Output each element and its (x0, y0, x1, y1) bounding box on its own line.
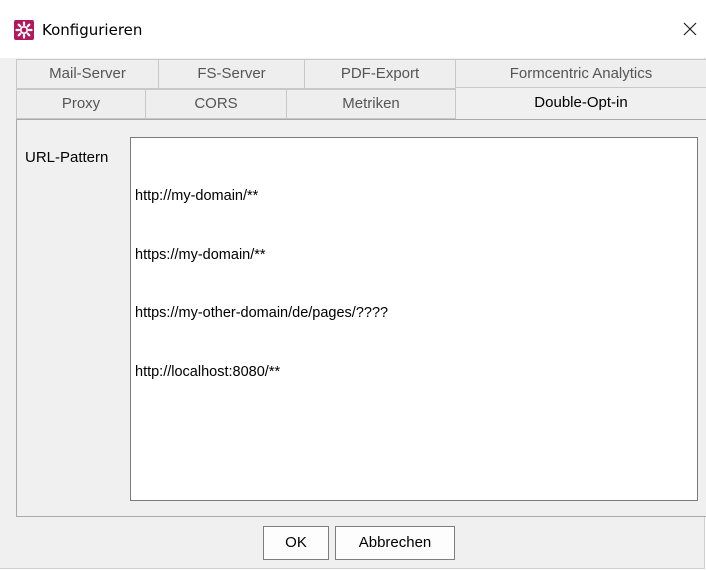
dialog-window: Konfigurieren Mail-Server FS-Server PDF-… (0, 0, 706, 569)
url-pattern-line: https://my-domain/** (135, 246, 266, 263)
tab-proxy[interactable]: Proxy (16, 89, 146, 119)
close-button[interactable] (677, 12, 705, 48)
tab-cors[interactable]: CORS (145, 89, 287, 119)
close-icon (683, 22, 697, 36)
url-pattern-line: http://localhost:8080/** (135, 363, 281, 380)
tab-metriken[interactable]: Metriken (286, 89, 456, 119)
tab-pdf-export[interactable]: PDF-Export (304, 59, 456, 89)
tab-mail-server[interactable]: Mail-Server (16, 59, 159, 89)
tab-bar: Mail-Server FS-Server PDF-Export Formcen… (16, 59, 706, 120)
url-pattern-line: https://my-other-domain/de/pages/???? (135, 305, 389, 321)
url-pattern-line: http://my-domain/** (135, 188, 259, 204)
url-pattern-textarea[interactable]: http://my-domain/** https://my-domain/**… (130, 137, 698, 501)
ok-button[interactable]: OK (263, 526, 329, 560)
tab-formcentric-analytics[interactable]: Formcentric Analytics (455, 59, 706, 89)
url-pattern-label: URL-Pattern (25, 149, 109, 166)
tab-double-opt-in[interactable]: Double-Opt-in (455, 87, 706, 120)
gear-icon (14, 20, 34, 40)
cancel-button[interactable]: Abbrechen (335, 526, 455, 560)
title-bar[interactable]: Konfigurieren (0, 0, 705, 58)
tab-fs-server[interactable]: FS-Server (158, 59, 305, 89)
window-title: Konfigurieren (42, 21, 143, 39)
